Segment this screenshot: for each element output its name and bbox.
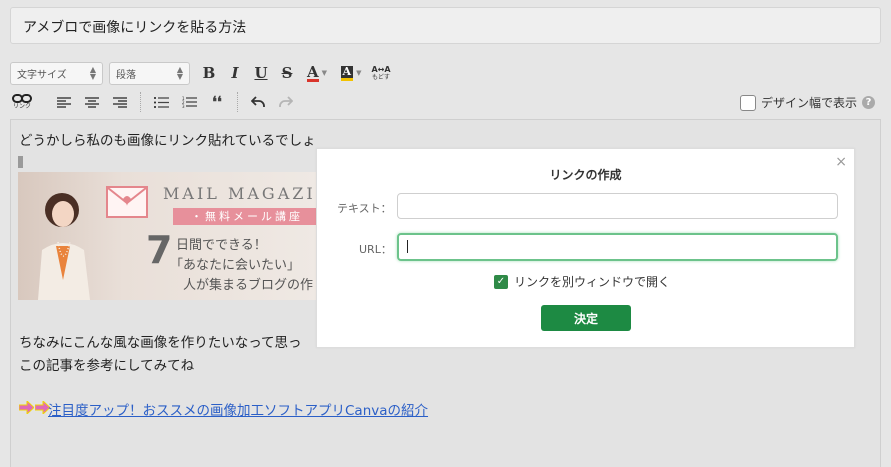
align-center-button[interactable]: [78, 90, 106, 114]
article-title-field[interactable]: アメブロで画像にリンクを貼る方法: [10, 7, 881, 44]
help-icon[interactable]: ?: [862, 96, 876, 109]
arrow-emoji-pair: [19, 401, 51, 414]
italic-button[interactable]: I: [222, 61, 248, 85]
banner-line: 日間でできる！: [176, 238, 267, 253]
url-input[interactable]: [397, 233, 838, 261]
new-window-label: リンクを別ウィンドウで開く: [514, 275, 671, 289]
font-size-select[interactable]: 文字サイズ ▲ ▼: [10, 61, 103, 85]
design-width-label: デザイン幅で表示: [761, 96, 858, 110]
chain-link-icon: [12, 93, 32, 103]
url-field-label: URL：: [359, 243, 392, 256]
strikethrough-icon: S: [281, 64, 293, 82]
undo-button[interactable]: [244, 90, 272, 114]
reset-format-button[interactable]: A↔A もどす: [368, 61, 394, 85]
mail-magazine-banner-image[interactable]: MAIL MAGAZI ・無料メール講座 7 日間でできる！ 「あなたに会いたい…: [18, 172, 318, 300]
font-size-select-label: 文字サイズ: [17, 69, 67, 81]
svg-text:3: 3: [182, 104, 185, 108]
paragraph-select[interactable]: 段落 ▲ ▼: [109, 61, 190, 85]
toolbar-divider: [140, 92, 141, 112]
underline-icon: U: [254, 64, 268, 82]
bullet-list-button[interactable]: [147, 90, 175, 114]
format-toolbar: 文字サイズ ▲ ▼ 段落 ▲ ▼ B I U S A ▼ A ▼ A↔A もどす: [10, 61, 394, 85]
new-window-checkbox[interactable]: ✓: [494, 274, 508, 289]
banner-line: 「あなたに会いたい」: [170, 258, 301, 273]
open-new-window-option[interactable]: ✓ リンクを別ウィンドウで開く: [494, 273, 670, 290]
article-title-text: アメブロで画像にリンクを貼る方法: [23, 20, 247, 36]
design-width-toggle[interactable]: デザイン幅で表示 ?: [740, 94, 876, 111]
quote-icon: ❛❛: [212, 93, 222, 111]
close-icon[interactable]: ×: [835, 154, 847, 170]
dropdown-caret-icon: ▼: [356, 69, 362, 77]
banner-heading: MAIL MAGAZI: [163, 184, 316, 203]
text-field-label: テキスト：: [337, 202, 392, 215]
banner-line: 人が集まるブログの作: [183, 278, 314, 293]
bold-button[interactable]: B: [196, 61, 222, 85]
canva-article-link[interactable]: 注目度アップ！おススメの画像加工ソフトアプリCanvaの紹介: [48, 399, 428, 419]
banner-ribbon: ・無料メール講座: [173, 208, 318, 225]
link-button-label: リンク: [12, 102, 31, 110]
background-color-icon: A: [340, 65, 354, 81]
image-anchor-marker: [18, 156, 23, 168]
italic-icon: I: [231, 64, 239, 82]
align-left-icon: [57, 96, 71, 108]
text-color-button[interactable]: A ▼: [300, 61, 334, 85]
pink-arrow-icon: [19, 401, 34, 414]
bullet-list-icon: [153, 96, 169, 108]
body-text-line: ちなみにこんな風な画像を作りたいなって思っ: [19, 335, 302, 351]
align-right-icon: [113, 96, 127, 108]
blockquote-button[interactable]: ❛❛: [203, 90, 231, 114]
body-text-line: この記事を参考にしてみてね: [19, 358, 195, 374]
dropdown-caret-icon: ▼: [321, 69, 328, 77]
select-arrows-icon: ▲ ▼: [89, 65, 96, 81]
bold-icon: B: [202, 64, 216, 82]
reset-format-label: もどす: [372, 74, 390, 81]
link-create-dialog: リンクの作成 × テキスト： URL： ✓ リンクを別ウィンドウで開く 決定: [316, 148, 855, 348]
background-color-button[interactable]: A ▼: [334, 61, 368, 85]
design-width-checkbox[interactable]: [740, 94, 756, 111]
dialog-title: リンクの作成: [549, 168, 622, 182]
link-text-input[interactable]: [397, 193, 838, 219]
link-button[interactable]: リンク: [10, 90, 34, 114]
undo-icon: [251, 96, 265, 107]
text-caret: [407, 240, 408, 253]
align-right-button[interactable]: [106, 90, 134, 114]
woman-photo: [38, 193, 90, 300]
insert-toolbar: リンク 123 ❛❛: [10, 89, 300, 115]
select-arrows-icon: ▲ ▼: [176, 65, 183, 81]
submit-button[interactable]: 決定: [541, 305, 631, 331]
paragraph-select-label: 段落: [116, 69, 136, 81]
redo-button[interactable]: [272, 90, 300, 114]
numbered-list-icon: 123: [182, 96, 197, 108]
align-left-button[interactable]: [50, 90, 78, 114]
toolbar-divider: [237, 92, 238, 112]
align-center-icon: [85, 96, 99, 108]
envelope-icon: [106, 186, 148, 218]
numbered-list-button[interactable]: 123: [175, 90, 203, 114]
text-color-icon: A: [306, 62, 319, 82]
underline-button[interactable]: U: [248, 61, 274, 85]
reset-format-icon: A↔A: [371, 65, 391, 74]
banner-number: 7: [146, 228, 173, 272]
strikethrough-button[interactable]: S: [274, 61, 300, 85]
body-text-line: どうかしら私のも画像にリンク貼れているでしょ: [19, 133, 316, 149]
redo-icon: [279, 96, 293, 107]
